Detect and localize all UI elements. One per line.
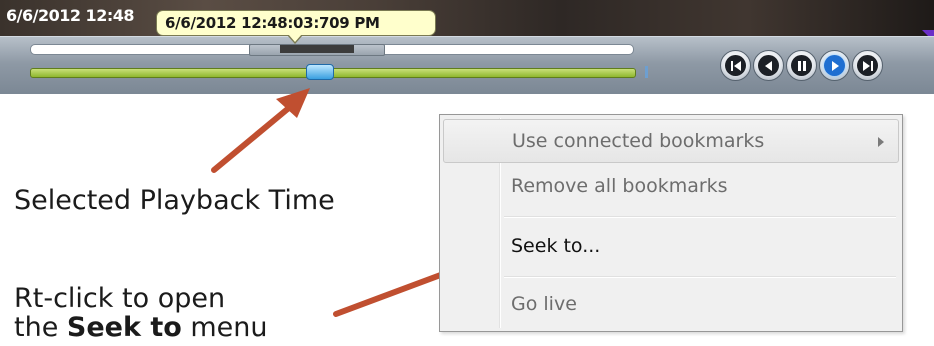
rtclick-caption: Rt-click to open the Seek to menu (14, 284, 268, 342)
rtclick-caption-line2: the Seek to menu (14, 313, 268, 342)
rtclick-bold: Seek to (66, 312, 182, 343)
menu-item-use-connected-bookmarks[interactable]: Use connected bookmarks (443, 119, 899, 163)
menu-item-label: Use connected bookmarks (512, 130, 765, 152)
menu-separator (504, 276, 896, 278)
submenu-arrow-icon (878, 137, 884, 147)
menu-item-label: Seek to... (511, 235, 601, 257)
menu-item-label: Go live (511, 293, 577, 315)
menu-item-remove-all-bookmarks[interactable]: Remove all bookmarks (443, 165, 899, 209)
context-menu: Use connected bookmarks Remove all bookm… (439, 114, 903, 332)
menu-item-seek-to[interactable]: Seek to... (443, 225, 899, 269)
menu-item-label: Remove all bookmarks (511, 175, 728, 197)
arrow-to-playhead (211, 88, 310, 173)
rtclick-prefix: the (14, 312, 67, 343)
selected-playback-time-caption: Selected Playback Time (14, 185, 335, 216)
menu-separator (504, 216, 896, 218)
rtclick-caption-line1: Rt-click to open (14, 283, 226, 314)
rtclick-suffix: menu (181, 312, 268, 343)
menu-item-go-live[interactable]: Go live (443, 283, 899, 327)
